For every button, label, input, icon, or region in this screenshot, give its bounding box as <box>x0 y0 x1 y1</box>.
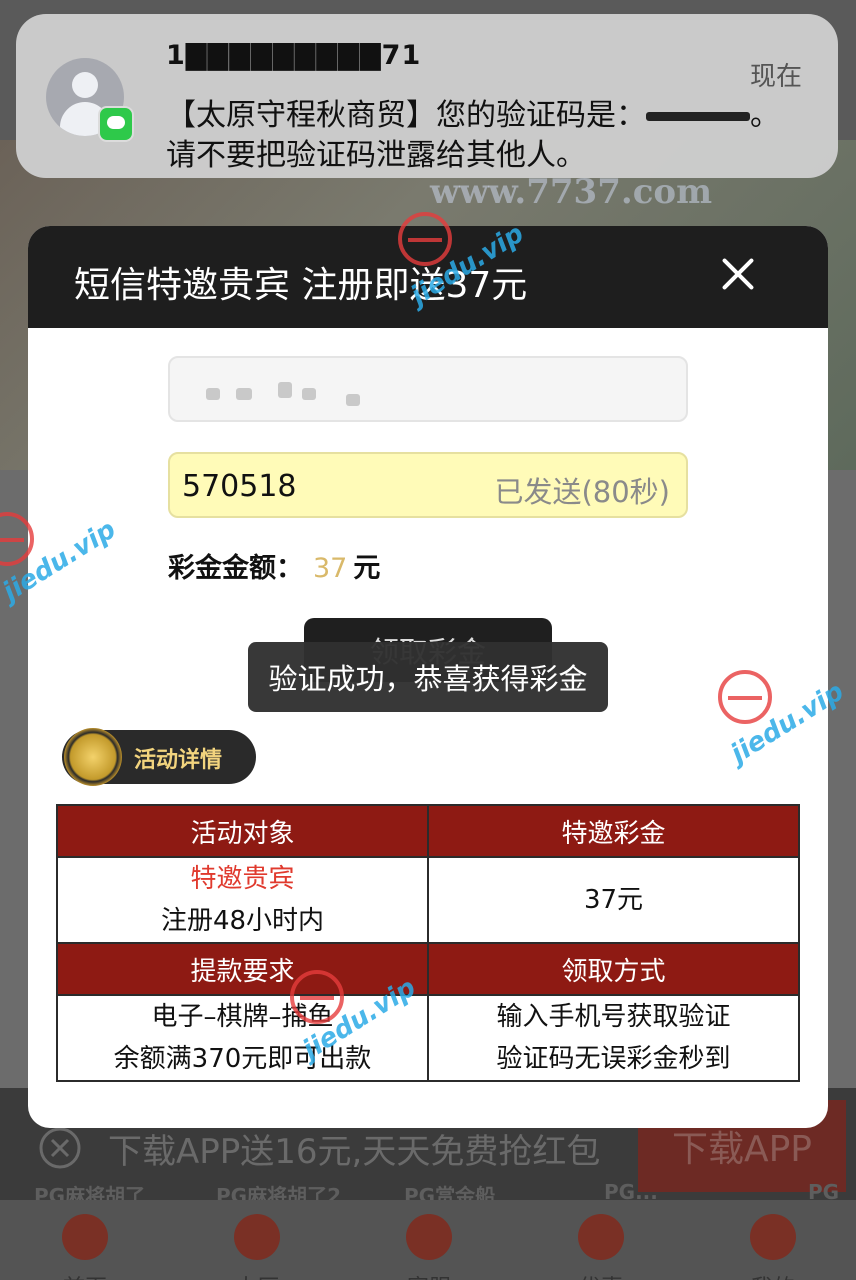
resend-countdown[interactable]: 已发送(80秒) <box>494 469 670 511</box>
messages-app-icon <box>98 106 134 142</box>
close-icon[interactable] <box>720 256 756 292</box>
watermark-ring-icon <box>398 212 452 266</box>
verification-code-input[interactable]: 570518 已发送(80秒) <box>168 452 688 518</box>
tab-label: 大厅 <box>224 1270 290 1280</box>
sms-notification[interactable]: 1▇▇▇▇▇▇▇▇▇71 现在 【太原守程秋商贸】您的验证码是： 。 请不要把验证… <box>16 14 838 178</box>
blurred-digit <box>346 394 360 406</box>
blurred-digit <box>302 388 316 400</box>
avatar-head <box>72 72 98 98</box>
table-cell-target: 特邀贵宾 注册48小时内 <box>56 856 429 944</box>
tab-promotions[interactable]: 优惠 <box>578 1214 624 1280</box>
table-cell-method: 输入手机号获取验证 验证码无误彩金秒到 <box>427 994 800 1082</box>
sender-number: 1▇▇▇▇▇▇▇▇▇71 <box>166 40 421 71</box>
tab-label: 我的 <box>740 1270 806 1280</box>
activity-details-badge: 活动详情 <box>62 728 256 786</box>
tab-label: 客服 <box>396 1270 462 1280</box>
register-window-text: 注册48小时内 <box>160 906 325 936</box>
sender-number-text: 1▇▇▇▇▇▇▇▇▇71 <box>166 40 422 71</box>
bottom-tab-bar: 首页 大厅 客服 优惠 我的 <box>0 1200 856 1280</box>
tab-label: 优惠 <box>568 1270 634 1280</box>
activity-info-table: 活动对象 特邀彩金 特邀贵宾 注册48小时内 37元 提款要求 领取方式 电子–… <box>56 804 800 1082</box>
sms-body-line-1: 【太原守程秋商贸】您的验证码是： 。 <box>166 90 780 134</box>
table-header-bonus: 特邀彩金 <box>427 804 800 858</box>
blurred-digit <box>278 382 292 398</box>
bonus-amount-unit: 元 <box>353 553 381 584</box>
promo-modal: 短信特邀贵宾 注册即送37元 570518 已发送(80秒) 彩金金额： 37 元 … <box>28 226 828 1128</box>
bonus-amount-label: 彩金金额： <box>168 553 303 584</box>
watermark-ring-icon <box>718 670 772 724</box>
withdraw-threshold-text: 余额满370元即可出款 <box>113 1044 372 1074</box>
table-header-target: 活动对象 <box>56 804 429 858</box>
table-header-withdraw: 提款要求 <box>56 942 429 996</box>
tab-service[interactable]: 客服 <box>406 1214 452 1280</box>
code-value: 570518 <box>182 469 297 504</box>
notification-time: 现在 <box>749 62 802 92</box>
success-toast: 验证成功，恭喜获得彩金 <box>248 642 608 712</box>
table-cell-bonus: 37元 <box>427 856 800 944</box>
table-header-method: 领取方式 <box>427 942 800 996</box>
download-promo-text: 下载APP送16元,天天免费抢红包 <box>108 1132 601 1172</box>
tab-label: 首页 <box>52 1270 118 1280</box>
blurred-digit <box>236 388 252 400</box>
tab-mine[interactable]: 我的 <box>750 1214 796 1280</box>
activity-details-label: 活动详情 <box>134 748 223 773</box>
redacted-code <box>646 105 750 129</box>
method-step-1: 输入手机号获取验证 <box>496 1002 731 1032</box>
sms-text-end: 。 <box>750 98 780 133</box>
phone-input[interactable] <box>168 356 688 422</box>
sms-text: 【太原守程秋商贸】您的验证码是： <box>166 98 646 133</box>
banner-site-url: www.7737.com <box>430 172 713 212</box>
tab-home[interactable]: 首页 <box>62 1214 108 1280</box>
trophy-emblem-icon <box>64 728 122 786</box>
sms-body-line-2: 请不要把验证码泄露给其他人。 <box>166 138 586 173</box>
tab-lobby[interactable]: 大厅 <box>234 1214 280 1280</box>
bonus-amount-value: 37 <box>313 553 348 584</box>
method-step-2: 验证码无误彩金秒到 <box>496 1044 731 1074</box>
blurred-digit <box>206 388 220 400</box>
strip-close-icon[interactable] <box>38 1126 82 1170</box>
bonus-amount-row: 彩金金额： 37 元 <box>168 546 380 585</box>
vip-guest-text: 特邀贵宾 <box>190 864 295 894</box>
